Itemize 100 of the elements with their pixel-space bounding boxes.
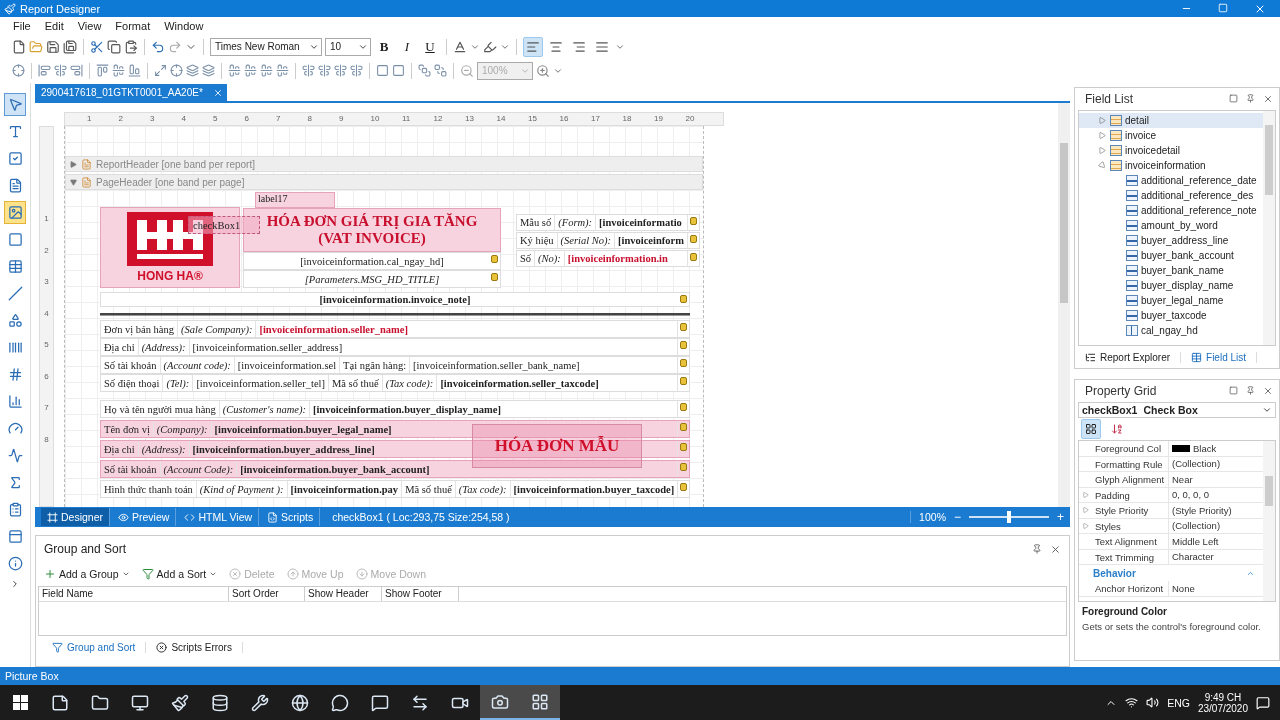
zoom-in-icon[interactable] (536, 63, 550, 78)
layout-tool-icon[interactable] (228, 64, 241, 77)
align-button[interactable] (523, 36, 543, 57)
taskbar-app[interactable] (480, 685, 520, 720)
view-tab[interactable]: Designer (41, 508, 111, 526)
format-button[interactable]: I (397, 36, 417, 57)
panel-tab[interactable]: Report Explorer (1075, 351, 1182, 363)
layout-tool-icon[interactable] (302, 64, 315, 77)
checkbox-control[interactable]: checkBox1 (188, 216, 260, 234)
tree-item[interactable]: invoice (1079, 128, 1263, 143)
tree-item[interactable]: additional_reference_des (1079, 188, 1263, 203)
new-file-icon[interactable] (12, 39, 26, 54)
paste-icon[interactable] (124, 39, 138, 54)
undo-icon[interactable] (151, 39, 165, 54)
zoom-out-button[interactable]: − (947, 510, 967, 524)
menu-item[interactable]: View (72, 20, 107, 32)
view-tab[interactable]: Scripts (261, 508, 321, 526)
tree-item[interactable]: invoicedetail (1079, 143, 1263, 158)
panel-tab[interactable]: Field List (1181, 351, 1258, 363)
tree-item[interactable]: buyer_taxcode (1079, 308, 1263, 323)
close-icon[interactable] (1263, 94, 1273, 104)
font-dropdown[interactable]: Times New Roman (210, 37, 322, 56)
action-button[interactable]: Add a Sort (139, 568, 220, 580)
document-tab[interactable]: 2900417618_01GTKT0001_AA20E* (35, 84, 227, 101)
clock[interactable]: 9:49 CH 23/07/2020 (1197, 691, 1248, 714)
language-indicator[interactable]: ENG (1167, 696, 1190, 709)
toolbox-item[interactable] (4, 201, 26, 224)
tree-item[interactable]: invoiceinformation (1079, 158, 1263, 173)
tree-item[interactable]: buyer_bank_account (1079, 248, 1263, 263)
taskbar-app[interactable] (520, 685, 560, 720)
tree-item[interactable]: cal_ngay_hd (1079, 323, 1263, 338)
layout-tool-icon[interactable] (350, 64, 363, 77)
action-button[interactable]: Add a Group (42, 568, 132, 580)
layout-tool-icon[interactable] (128, 64, 141, 77)
layout-tool-icon[interactable] (38, 64, 51, 77)
view-tab[interactable]: Preview (112, 508, 177, 526)
tree-item[interactable]: buyer_legal_name (1079, 293, 1263, 308)
menu-item[interactable]: Window (159, 20, 209, 32)
tree-item[interactable]: amount_by_word (1079, 218, 1263, 233)
close-icon[interactable] (212, 87, 223, 98)
layout-tool-icon[interactable] (276, 64, 289, 77)
panel-tab[interactable]: Scripts Errors (146, 641, 243, 653)
restore-icon[interactable] (1229, 386, 1238, 395)
restore-icon[interactable] (1229, 94, 1238, 103)
layout-tool-icon[interactable] (334, 64, 347, 77)
close-icon[interactable] (1050, 543, 1061, 555)
status-text: Picture Box (5, 670, 59, 682)
zoom-in-button[interactable]: + (1051, 510, 1070, 524)
layout-tool-icon[interactable] (70, 64, 83, 77)
font-size-dropdown[interactable]: 10 (325, 37, 371, 56)
tree-item[interactable]: buyer_display_name (1079, 278, 1263, 293)
copy-icon[interactable] (107, 39, 121, 54)
highlight-icon[interactable] (483, 39, 497, 54)
menu-item[interactable]: Format (110, 20, 156, 32)
layout-tool-icon[interactable] (12, 64, 25, 77)
layout-tool-icon[interactable] (96, 64, 109, 77)
zoom-out-icon[interactable] (460, 63, 474, 78)
pin-icon[interactable] (1032, 543, 1042, 554)
tree-item[interactable]: buyer_address_line (1079, 233, 1263, 248)
tree-item[interactable]: additional_reference_date (1079, 173, 1263, 188)
menu-item[interactable]: File (8, 20, 36, 32)
layout-tool-icon[interactable] (244, 64, 257, 77)
volume-icon[interactable] (1146, 696, 1160, 709)
slider-thumb[interactable] (1007, 511, 1011, 523)
panel-tab[interactable]: Group and Sort (42, 641, 147, 653)
layout-tool-icon[interactable] (260, 64, 273, 77)
format-button[interactable]: U (420, 36, 440, 57)
pin-icon[interactable] (1246, 386, 1255, 395)
layout-tool-icon[interactable] (434, 64, 447, 77)
font-color-icon[interactable] (453, 39, 467, 54)
object-selector[interactable]: checkBox1 Check Box (1078, 402, 1276, 418)
save-all-icon[interactable] (63, 39, 77, 54)
layout-tool-icon[interactable] (54, 64, 67, 77)
layout-tool-icon[interactable] (186, 64, 199, 77)
maximize-icon[interactable] (1218, 2, 1228, 13)
categorized-button[interactable] (1081, 419, 1101, 439)
redo-icon[interactable] (168, 39, 182, 54)
layout-tool-icon[interactable] (112, 64, 125, 77)
layout-tool-icon[interactable] (154, 64, 167, 77)
menu-item[interactable]: Edit (39, 20, 69, 32)
save-icon[interactable] (46, 39, 60, 54)
panel-title: Field List (1085, 92, 1134, 106)
tree-item[interactable]: detail (1079, 113, 1263, 128)
expand-icon[interactable] (10, 579, 20, 589)
layout-tool-icon[interactable] (418, 64, 431, 77)
layout-tool-icon[interactable] (170, 64, 183, 77)
notification-icon[interactable] (1256, 695, 1270, 710)
tree-item[interactable]: buyer_bank_name (1079, 263, 1263, 278)
view-tab[interactable]: HTML View (178, 508, 260, 526)
network-icon[interactable] (1125, 696, 1139, 709)
toolbox-item[interactable] (4, 93, 26, 116)
tree-item[interactable]: additional_reference_note (1079, 203, 1263, 218)
layout-tool-icon[interactable] (376, 64, 389, 77)
layout-tool-icon[interactable] (318, 64, 331, 77)
format-button[interactable]: B (374, 36, 394, 57)
cut-icon[interactable] (90, 39, 104, 54)
pin-icon[interactable] (1246, 94, 1255, 103)
layout-tool-icon[interactable] (202, 64, 215, 77)
close-icon[interactable] (1263, 386, 1273, 396)
layout-tool-icon[interactable] (392, 64, 405, 77)
